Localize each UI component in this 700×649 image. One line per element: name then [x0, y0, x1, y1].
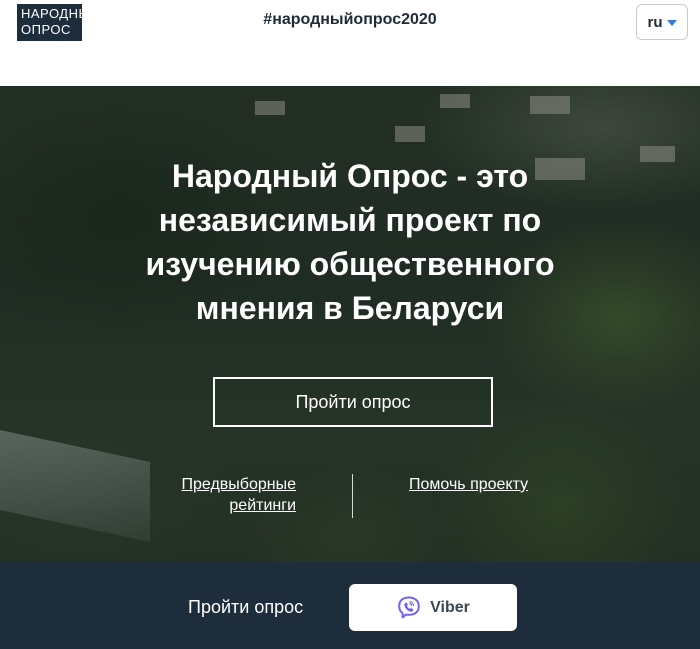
chevron-down-icon [666, 19, 677, 26]
background-river [0, 430, 150, 542]
hero-title-line: независимый проект по [158, 202, 542, 238]
take-survey-button[interactable]: Пройти опрос [213, 377, 493, 427]
help-project-link[interactable]: Помочь проекту [409, 474, 528, 495]
viber-icon [398, 596, 420, 618]
background-house [440, 94, 470, 108]
viber-button-label: Viber [430, 598, 470, 616]
hero-title: Народный Опрос - это независимый проект … [0, 154, 700, 330]
ratings-link-line: рейтинги [229, 497, 296, 514]
hero-section: Народный Опрос - это независимый проект … [0, 86, 700, 562]
bottom-survey-bar: Пройти опрос Viber [0, 562, 700, 649]
bottom-survey-label: Пройти опрос [188, 597, 304, 617]
hero-title-line: мнения в Беларуси [195, 290, 505, 326]
background-house [530, 96, 570, 114]
viber-button[interactable]: Viber [349, 584, 517, 631]
background-house [395, 126, 425, 142]
ratings-link-line: Предвыборные [181, 476, 296, 493]
links-divider [352, 474, 353, 518]
election-ratings-link[interactable]: Предвыборные рейтинги [150, 474, 296, 516]
site-header: НАРОДНЫЙ ОПРОС #народныйопрос2020 ru [0, 0, 700, 86]
hashtag-title: #народныйопрос2020 [263, 11, 437, 28]
language-code: ru [647, 13, 663, 31]
hero-title-line: изучению общественного [145, 246, 555, 282]
language-selector[interactable]: ru [636, 4, 688, 40]
hero-title-line: Народный Опрос - это [171, 158, 529, 194]
background-house [255, 101, 285, 115]
